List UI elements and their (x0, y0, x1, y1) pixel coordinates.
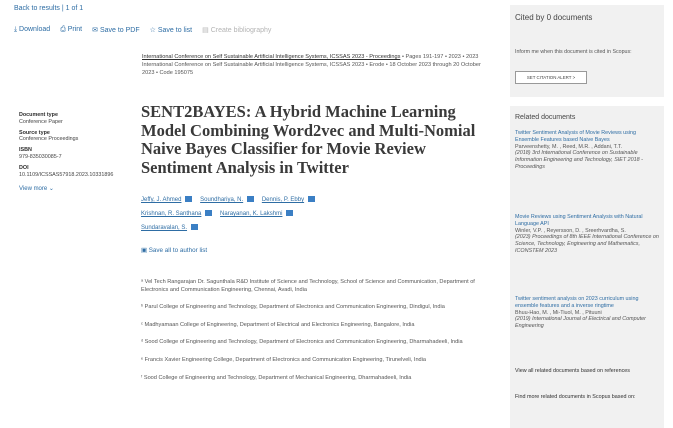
save-icon: ▣ (141, 247, 147, 254)
related-documents-panel: Related documents Twitter Sentiment Anal… (510, 106, 664, 428)
document-metadata: Document type Conference Paper Source ty… (19, 108, 119, 193)
list-item: Twitter Sentiment Analysis of Movie Revi… (515, 130, 661, 171)
related-doc-link[interactable]: Twitter Sentiment Analysis of Movie Revi… (515, 130, 661, 144)
mail-icon[interactable] (308, 196, 316, 203)
chevron-down-icon: ⌄ (48, 186, 54, 193)
mail-icon[interactable] (286, 210, 294, 217)
mail-icon[interactable] (185, 196, 193, 203)
page-title: SENT2BAYES: A Hybrid Machine Learning Mo… (141, 102, 476, 177)
related-doc-link[interactable]: Twitter sentiment analysis on 2023 curri… (515, 296, 661, 310)
related-doc-link[interactable]: Movie Reviews using Sentiment Analysis w… (515, 214, 661, 228)
author-link[interactable]: Narayanan, K. Lakshmi (220, 211, 282, 217)
view-all-related-link[interactable]: View all related documents based on refe… (515, 368, 661, 375)
author-link[interactable]: Soundhariya, N. (200, 197, 243, 203)
find-more-text: Find more related documents in Scopus ba… (515, 394, 636, 400)
save-to-list-button[interactable]: ☆ Save to list (150, 26, 192, 34)
list-item: Movie Reviews using Sentiment Analysis w… (515, 214, 661, 255)
source-type-label: Source type (19, 129, 50, 136)
create-bibliography-button[interactable]: ▤ Create bibliography (202, 26, 271, 34)
save-all-to-author-list-link[interactable]: ▣ Save all to author list (141, 247, 207, 254)
list-item: Twitter sentiment analysis on 2023 curri… (515, 296, 661, 330)
doi-label: DOI (19, 164, 29, 171)
affiliations: ᵃ Vel Tech Rangarajan Dr. Sagunthala R&D… (141, 279, 501, 392)
isbn-label: ISBN (19, 147, 32, 154)
affiliation: ᵃ Vel Tech Rangarajan Dr. Sagunthala R&D… (141, 279, 475, 293)
author-link[interactable]: Jeffy, J. Ahmed (141, 197, 181, 203)
related-documents-heading: Related documents (515, 114, 576, 121)
set-citation-alert-button[interactable]: SET CITATION ALERT > (515, 71, 587, 84)
result-position: 1 of 1 (65, 5, 84, 12)
breadcrumb: Back to results | 1 of 1 (14, 5, 84, 12)
mail-icon[interactable] (205, 210, 213, 217)
author-list: Jeffy, J. Ahmed Soundhariya, N. Dennis, … (141, 193, 501, 235)
affiliation: ᵉ Francis Xavier Engineering College, De… (141, 356, 427, 363)
view-more-link[interactable]: View more ⌄ (19, 186, 119, 193)
document-actions-toolbar: ⤓ Download ⎙ Print ✉ Save to PDF ☆ Save … (14, 26, 271, 34)
conference-link[interactable]: International Conference on Self Sustain… (142, 54, 400, 60)
print-button[interactable]: ⎙ Print (60, 26, 82, 34)
author-link[interactable]: Dennis, P. Ebby (262, 197, 304, 203)
source-type-value: Conference Proceedings (19, 136, 79, 143)
cited-by-text: Inform me when this document is cited in… (515, 49, 632, 55)
cited-by-heading: Cited by 0 documents (515, 13, 593, 22)
affiliation: ᵈ Sood College of Engineering and Techno… (141, 339, 463, 346)
author-link[interactable]: Krishnan, R. Santhana (141, 211, 201, 217)
source-info: International Conference on Self Sustain… (142, 54, 481, 76)
download-button[interactable]: ⤓ Download (14, 26, 50, 34)
doc-type-value: Conference Paper (19, 118, 63, 125)
affiliation: ᶠ Sood College of Engineering and Techno… (141, 374, 412, 381)
doc-type-label: Document type (19, 112, 58, 118)
back-to-results-link[interactable]: Back to results (14, 5, 60, 12)
affiliation: ᵇ Parul College of Engineering and Techn… (141, 304, 445, 311)
isbn-value: 979-835030085-7 (19, 153, 62, 160)
save-to-pdf-button[interactable]: ✉ Save to PDF (92, 26, 140, 34)
doi-value: 10.1109/ICSSAS57918.2023.10331896 (19, 171, 114, 178)
author-link[interactable]: Sundaravalan, S. (141, 225, 187, 231)
mail-icon[interactable] (247, 196, 255, 203)
cited-by-panel: Cited by 0 documents Inform me when this… (510, 5, 664, 97)
mail-icon[interactable] (191, 224, 199, 231)
affiliation: ᶜ Madhyamaan College of Engineering, Dep… (141, 321, 415, 328)
